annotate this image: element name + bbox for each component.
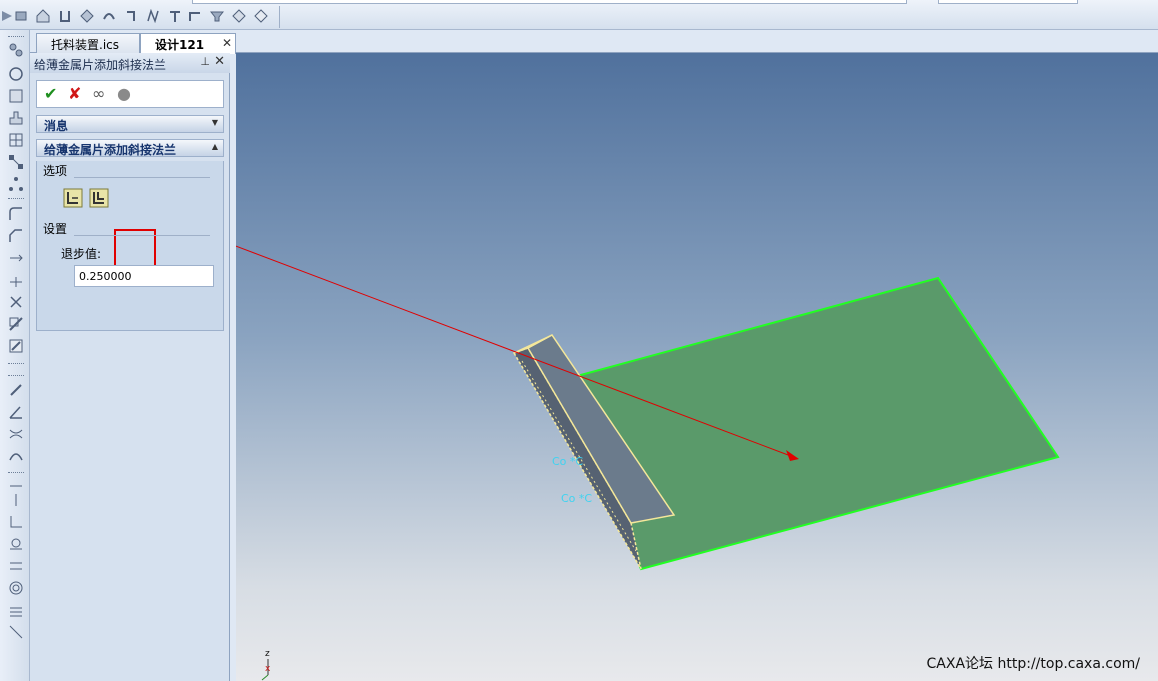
- tangent-icon[interactable]: [8, 536, 24, 552]
- tab-label: 托料装置.ics: [51, 38, 119, 52]
- house-icon[interactable]: [36, 9, 50, 23]
- bracket-icon[interactable]: [58, 9, 72, 23]
- cut-icon[interactable]: [8, 316, 24, 332]
- property-panel: 给薄金属片添加斜接法兰 ⊥ ✕ ✔ ✘ ∞ ● 消息 ▼ 给薄金属片添加斜接法兰…: [30, 53, 230, 681]
- arc-icon[interactable]: [8, 448, 24, 464]
- bend-icon[interactable]: [188, 9, 202, 23]
- equal-icon[interactable]: [8, 604, 24, 620]
- diagonal-icon[interactable]: [8, 624, 24, 640]
- toolbar-separator: [8, 472, 24, 473]
- document-tab-bar: 托料装置.ics 设计121 ✕: [30, 30, 1158, 54]
- scissors-icon[interactable]: [8, 294, 24, 310]
- tab-tuoliao[interactable]: 托料装置.ics: [36, 33, 140, 53]
- message-section-header[interactable]: 消息 ▼: [36, 115, 224, 133]
- toolbar-grip[interactable]: [279, 6, 287, 28]
- edit-sketch-icon[interactable]: [8, 338, 24, 354]
- annotation-label-2: Co *C: [561, 492, 592, 505]
- flange-type-2-icon[interactable]: [89, 188, 109, 208]
- action-bar: ✔ ✘ ∞ ●: [36, 80, 224, 108]
- axis-triad-icon: z x: [261, 649, 271, 681]
- pencil-icon[interactable]: [8, 382, 24, 398]
- step-value-label: 退步值:: [61, 247, 102, 261]
- toolbar-separator: [8, 363, 24, 364]
- cancel-icon[interactable]: ✘: [68, 84, 81, 103]
- angle-icon[interactable]: [8, 404, 24, 420]
- section-title: 消息: [44, 119, 69, 133]
- node-icon[interactable]: [8, 154, 24, 170]
- preview-icon[interactable]: ∞: [92, 84, 105, 103]
- toolbar-separator: [8, 375, 24, 376]
- 3d-viewport[interactable]: Co *C Co *C z x CAXA论坛 http://top.caxa.c…: [236, 53, 1158, 681]
- split-icon[interactable]: [8, 274, 24, 290]
- perpendicular-icon[interactable]: [8, 514, 24, 530]
- diamond-icon[interactable]: [80, 9, 94, 23]
- axis-z-label: z: [265, 649, 270, 659]
- watermark: CAXA论坛 http://top.caxa.com/: [926, 656, 1140, 672]
- fillet-icon[interactable]: [8, 206, 24, 222]
- section-title: 给薄金属片添加斜接法兰: [44, 143, 177, 157]
- rect-icon[interactable]: [8, 88, 24, 104]
- cylinder-icon[interactable]: [14, 9, 28, 23]
- tab-design121[interactable]: 设计121 ✕: [140, 33, 236, 54]
- point-icon[interactable]: [8, 42, 24, 58]
- ok-icon[interactable]: ✔: [44, 84, 57, 103]
- parallel-icon[interactable]: [8, 558, 24, 574]
- concentric-icon[interactable]: [8, 580, 24, 596]
- tab-label: 设计121: [155, 38, 205, 52]
- circle-icon[interactable]: [8, 66, 24, 82]
- curve-icon[interactable]: [8, 426, 24, 442]
- close-icon[interactable]: ✕: [222, 36, 232, 50]
- tag-edit-icon[interactable]: [254, 9, 268, 23]
- options-label: 选项: [43, 164, 68, 178]
- chamfer-icon[interactable]: [8, 228, 24, 244]
- toolbar-combo-1[interactable]: [192, 0, 907, 4]
- hammer-icon[interactable]: [168, 9, 182, 23]
- nodes-icon[interactable]: [8, 176, 24, 192]
- twist-icon[interactable]: [102, 9, 116, 23]
- anvil-icon[interactable]: [210, 9, 224, 23]
- axis-x-label: x: [265, 664, 271, 674]
- settings-label: 设置: [43, 222, 68, 236]
- top-toolbar: [0, 0, 1158, 30]
- options-divider: [74, 177, 210, 178]
- grid-icon[interactable]: [8, 132, 24, 148]
- pin-icon[interactable]: ⊥: [200, 55, 210, 68]
- tag-icon[interactable]: [232, 9, 246, 23]
- close-icon[interactable]: ✕: [214, 54, 225, 69]
- toolbar-separator: [8, 198, 24, 199]
- chevron-down-icon: ▼: [211, 118, 218, 127]
- hook-icon[interactable]: [124, 9, 138, 23]
- toolbar-combo-2[interactable]: [938, 0, 1078, 4]
- stamp-icon[interactable]: [8, 110, 24, 126]
- flange-type-1-icon[interactable]: [63, 188, 83, 208]
- sheet-plate[interactable]: [564, 276, 1060, 571]
- fold-icon[interactable]: [146, 9, 160, 23]
- vline-icon[interactable]: [8, 492, 24, 508]
- stop-icon[interactable]: ●: [117, 84, 131, 103]
- play-icon[interactable]: [0, 9, 14, 23]
- toolbar-separator: [8, 36, 24, 37]
- extend-icon[interactable]: [8, 250, 24, 266]
- annotation-label-1: Co *C: [552, 455, 583, 468]
- flange-section-header[interactable]: 给薄金属片添加斜接法兰 ▲: [36, 139, 224, 157]
- left-toolbar: [0, 30, 30, 681]
- settings-divider: [74, 235, 210, 236]
- panel-title: 给薄金属片添加斜接法兰: [34, 58, 167, 72]
- chevron-up-icon: ▲: [211, 142, 218, 151]
- model-scene: Co *C Co *C: [236, 245, 1060, 571]
- step-value-input[interactable]: [74, 265, 214, 287]
- panel-header: 给薄金属片添加斜接法兰 ⊥ ✕: [30, 53, 230, 73]
